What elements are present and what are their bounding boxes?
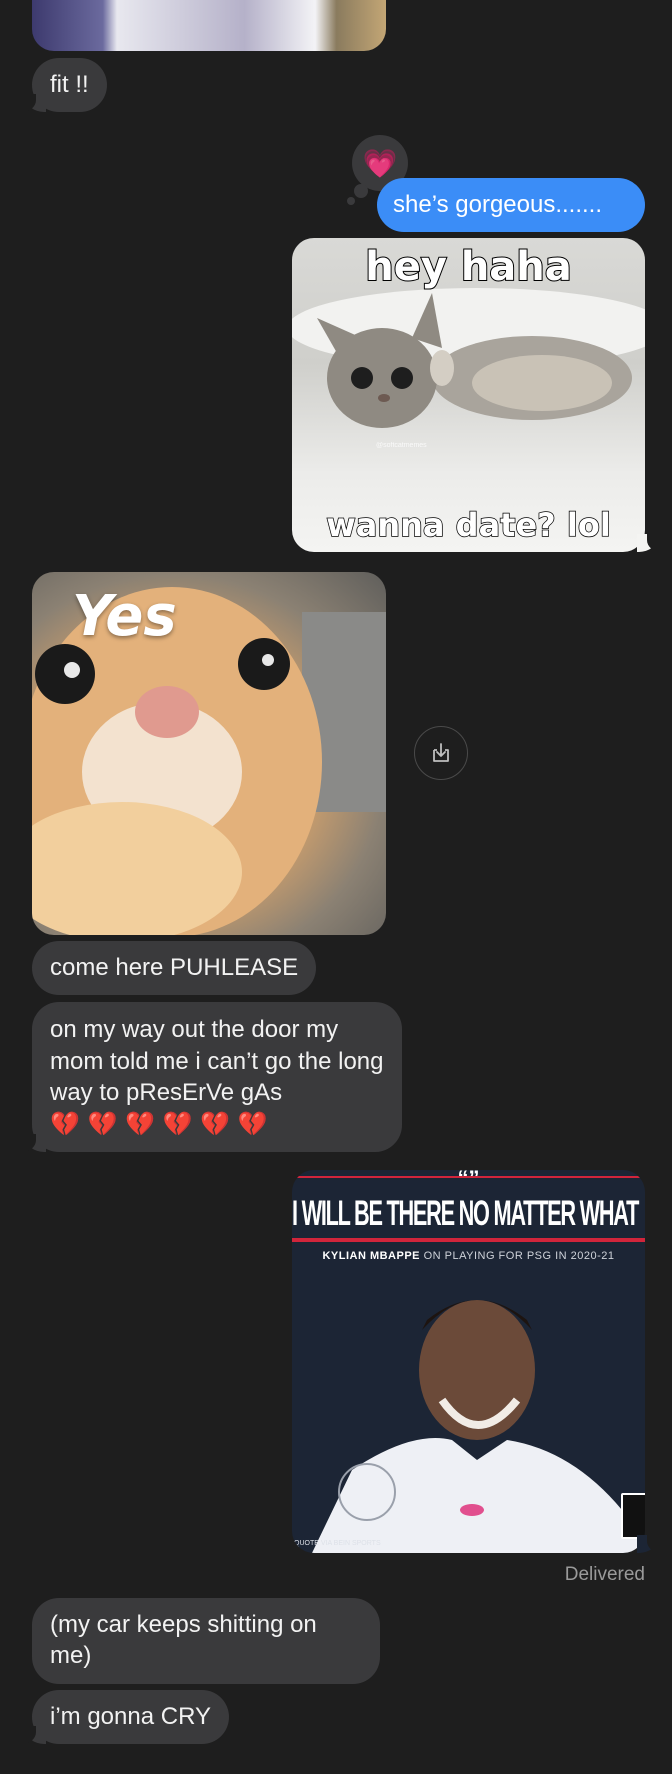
message-text: she’s gorgeous.......: [393, 191, 603, 218]
save-to-photos-icon: [433, 743, 449, 762]
broken-heart-emojis: 💔 💔 💔 💔 💔 💔: [50, 1109, 268, 1138]
tapback-bubble-dot: [354, 184, 368, 198]
message-bubble-outgoing[interactable]: she’s gorgeous.......: [377, 178, 645, 232]
meme-watermark: @softcatmemes: [376, 442, 427, 449]
delivery-status: Delivered: [564, 1564, 645, 1585]
meme-caption-top: hey haha: [364, 243, 573, 291]
bubble-tail: [637, 1535, 667, 1553]
bubble-tail: [637, 534, 667, 552]
tapback-bubble-dot: [347, 197, 355, 205]
bubble-tail: [16, 1726, 46, 1744]
message-text: come here PUHLEASE: [50, 954, 299, 981]
message-text: i’m gonna CRY: [50, 1703, 211, 1730]
message-bubble-incoming[interactable]: i’m gonna CRY: [32, 1690, 229, 1744]
meme-caption: Yes: [72, 584, 177, 649]
gif-attachment-kitten[interactable]: hey haha wanna date? lol @softcatmemes: [292, 238, 645, 552]
message-bubble-incoming[interactable]: on my way out the door my mom told me i …: [32, 1002, 402, 1152]
message-bubble-incoming[interactable]: (my car keeps shitting on me): [32, 1598, 380, 1684]
bubble-tail: [16, 94, 46, 112]
meme-caption-bottom: wanna date? lol: [325, 505, 611, 545]
message-bubble-incoming[interactable]: come here PUHLEASE: [32, 941, 317, 995]
message-text: fit !!: [50, 71, 89, 98]
photo-attachment-cropped[interactable]: [32, 0, 386, 51]
photo-attachment-mbappe[interactable]: “” I WILL BE THERE NO MATTER WHAT KYLIAN…: [292, 1170, 645, 1553]
bubble-tail: [16, 1134, 46, 1152]
message-text: (my car keeps shitting on me): [50, 1611, 317, 1669]
player-photo: [312, 1300, 645, 1553]
message-text: on my way out the door my mom told me i …: [50, 1016, 384, 1106]
gif-attachment-yes-cat[interactable]: Yes: [32, 572, 386, 935]
pink-heart-icon: 💗: [362, 147, 398, 179]
save-to-photos-button[interactable]: [414, 726, 468, 780]
photo-credit: QUOTE VIA BEIN SPORTS: [294, 1540, 381, 1547]
bleacher-report-logo: [621, 1493, 645, 1539]
